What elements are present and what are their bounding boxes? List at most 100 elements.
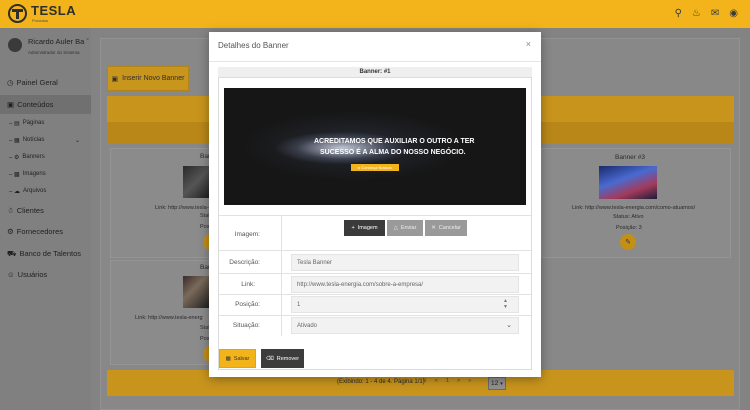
pagination-summary: (Exibindo: 1 - 4 de 4. Página 1/1): [337, 379, 425, 385]
column-divider: [281, 215, 282, 336]
banner-panel-header: Banner: #1: [218, 67, 532, 78]
descricao-field[interactable]: Tesla Banner: [291, 254, 519, 271]
plus-icon: +: [351, 225, 355, 231]
sidebar-item-conteudos[interactable]: ▣ Conteúdos: [0, 95, 91, 114]
banner-headline: ACREDITAMOS QUE AUXILIAR O OUTRO A TER S…: [314, 136, 474, 158]
sidebar-item-label: Banco de Talentos: [19, 249, 82, 258]
brand-title[interactable]: TESLA: [31, 3, 76, 18]
envelope-icon[interactable]: ✉: [711, 9, 719, 19]
sidebar-item-paginas[interactable]: – ▤ Páginas: [0, 115, 91, 131]
tesla-logo-icon[interactable]: [8, 4, 27, 23]
pager-page[interactable]: 1: [446, 378, 449, 384]
user-role: Administrador do Sistema: [28, 50, 80, 55]
imagem-button-label: Imagem: [357, 225, 378, 231]
sidebar-item-label: Fornecedores: [16, 227, 64, 236]
chevron-down-icon[interactable]: ⌄: [75, 137, 80, 144]
chevron-down-icon: ⌄: [506, 322, 512, 329]
row-divider: [219, 215, 531, 216]
sidebar-item-label: Arquivos: [23, 188, 47, 194]
posicao-value: 1: [297, 301, 301, 308]
insert-banner-button[interactable]: ▣ Inserir Novo Banner: [107, 66, 189, 91]
monitor-icon: ▣: [7, 100, 15, 109]
card-position: Posição: 3: [616, 225, 642, 231]
imagem-button[interactable]: + Imagem: [344, 220, 385, 236]
edit-button[interactable]: ✎: [620, 234, 636, 250]
search-icon[interactable]: ⚲: [675, 9, 682, 19]
pager-prev[interactable]: <: [435, 378, 438, 384]
link-label: Link:: [241, 281, 255, 288]
sidebar-item-label: Imagens: [22, 171, 46, 177]
row-divider: [219, 273, 531, 274]
sidebar-item-clientes[interactable]: ☃ Clientes: [0, 201, 91, 220]
sidebar-item-label: Usuários: [17, 270, 48, 279]
descricao-value: Tesla Banner: [297, 259, 333, 266]
save-button[interactable]: ▩ Salvar: [219, 349, 256, 368]
posicao-stepper[interactable]: 1 ▲ ▼: [291, 296, 519, 313]
row-divider: [219, 250, 531, 251]
modal-title: Detalhes do Banner: [218, 41, 289, 50]
edit-icon: ✎: [625, 239, 631, 246]
sidebar-item-label: Clientes: [16, 206, 44, 215]
close-icon: ✕: [431, 225, 436, 231]
chevron-down-icon[interactable]: ˇ: [86, 37, 89, 46]
pager-last[interactable]: »: [468, 378, 471, 384]
brand-subtitle: Produtos: [32, 18, 49, 23]
remove-button[interactable]: ⌫ Remover: [261, 349, 304, 368]
avatar[interactable]: [8, 38, 22, 52]
banner-card: [110, 148, 210, 258]
sidebar-item-fornecedores[interactable]: ⚙ Fornecedores: [0, 222, 91, 241]
sidebar-item-label: Banners: [22, 154, 45, 160]
sidebar-item-label: Conteúdos: [17, 100, 54, 109]
stepper-arrows-icon[interactable]: ▲ ▼: [503, 298, 508, 310]
situacao-label: Situação:: [232, 322, 260, 329]
sidebar-item-arquivos[interactable]: – ☁ Arquivos: [0, 183, 91, 199]
banner-thumbnail: [183, 166, 210, 198]
row-divider: [219, 315, 531, 316]
trash-icon: ⌫: [265, 355, 274, 362]
car-icon: ⛟: [7, 248, 17, 258]
situacao-select[interactable]: Ativado ⌄: [291, 317, 519, 334]
descricao-label: Descrição:: [229, 259, 260, 266]
banner-cta: ▸ Conheça Nossos: [351, 164, 399, 171]
pager-first[interactable]: K: [423, 378, 427, 384]
per-page-value: 12: [491, 380, 499, 387]
link-field[interactable]: http://www.tesla-energia.com/sobre-a-emp…: [291, 276, 519, 293]
pager-next[interactable]: >: [457, 378, 460, 384]
sidebar-item-label: Páginas: [22, 120, 45, 126]
card-link: Link: http://www.tesla-energ: [135, 315, 203, 321]
situacao-value: Ativado: [297, 322, 318, 329]
app: TESLA Produtos ⚲ ♨ ✉ ◉ Ricardo Auler Ba …: [0, 0, 750, 410]
insert-banner-label: Inserir Novo Banner: [122, 75, 185, 82]
cancelar-button-label: Cancelar: [438, 225, 461, 231]
enviar-button[interactable]: △ Enviar: [387, 220, 423, 236]
banner-headline-line: ACREDITAMOS QUE AUXILIAR O OUTRO A TER: [314, 138, 475, 145]
sidebar-item-imagens[interactable]: – ▩ Imagens: [0, 166, 91, 182]
pager: K < 1 > »: [423, 378, 471, 384]
user-name[interactable]: Ricardo Auler Ba ˇ: [28, 37, 89, 46]
sidebar-item-noticias[interactable]: – ▦ Notícias ⌄: [0, 132, 91, 148]
sidebar-item-usuarios[interactable]: ☺ Usuários: [0, 265, 91, 284]
sidebar-item-banners[interactable]: – ⚙ Banners: [0, 149, 91, 165]
gears-icon: ⚙: [7, 227, 14, 236]
user-icon: ☃: [7, 206, 14, 215]
top-bar: TESLA Produtos ⚲ ♨ ✉ ◉: [0, 0, 750, 28]
card-link: Link: http://www.tesla-energia.com/como-…: [572, 205, 696, 211]
sidebar-item-banco-de-talentos[interactable]: ⛟ Banco de Talentos: [0, 244, 91, 263]
dashboard-icon: ◷: [7, 78, 14, 87]
bell-icon[interactable]: ♨: [692, 9, 701, 19]
banner-card: [541, 148, 731, 258]
users-icon: ☺: [7, 270, 15, 279]
chevron-down-icon: ▾: [500, 380, 503, 387]
remove-button-label: Remover: [276, 355, 300, 362]
save-icon: ▩: [225, 355, 231, 362]
cancelar-button[interactable]: ✕ Cancelar: [425, 220, 467, 236]
per-page-select[interactable]: 12 ▾: [488, 377, 506, 390]
upload-icon: △: [393, 225, 398, 231]
card-title: Banner #3: [615, 154, 645, 161]
news-icon: – ▦: [9, 137, 20, 144]
close-icon[interactable]: ×: [526, 39, 531, 49]
enviar-button-label: Enviar: [400, 225, 417, 231]
signal-icon[interactable]: ◉: [729, 9, 738, 19]
sidebar-item-painel-geral[interactable]: ◷ Painel Geral: [0, 73, 91, 92]
sidebar-item-label: Notícias: [22, 137, 45, 143]
